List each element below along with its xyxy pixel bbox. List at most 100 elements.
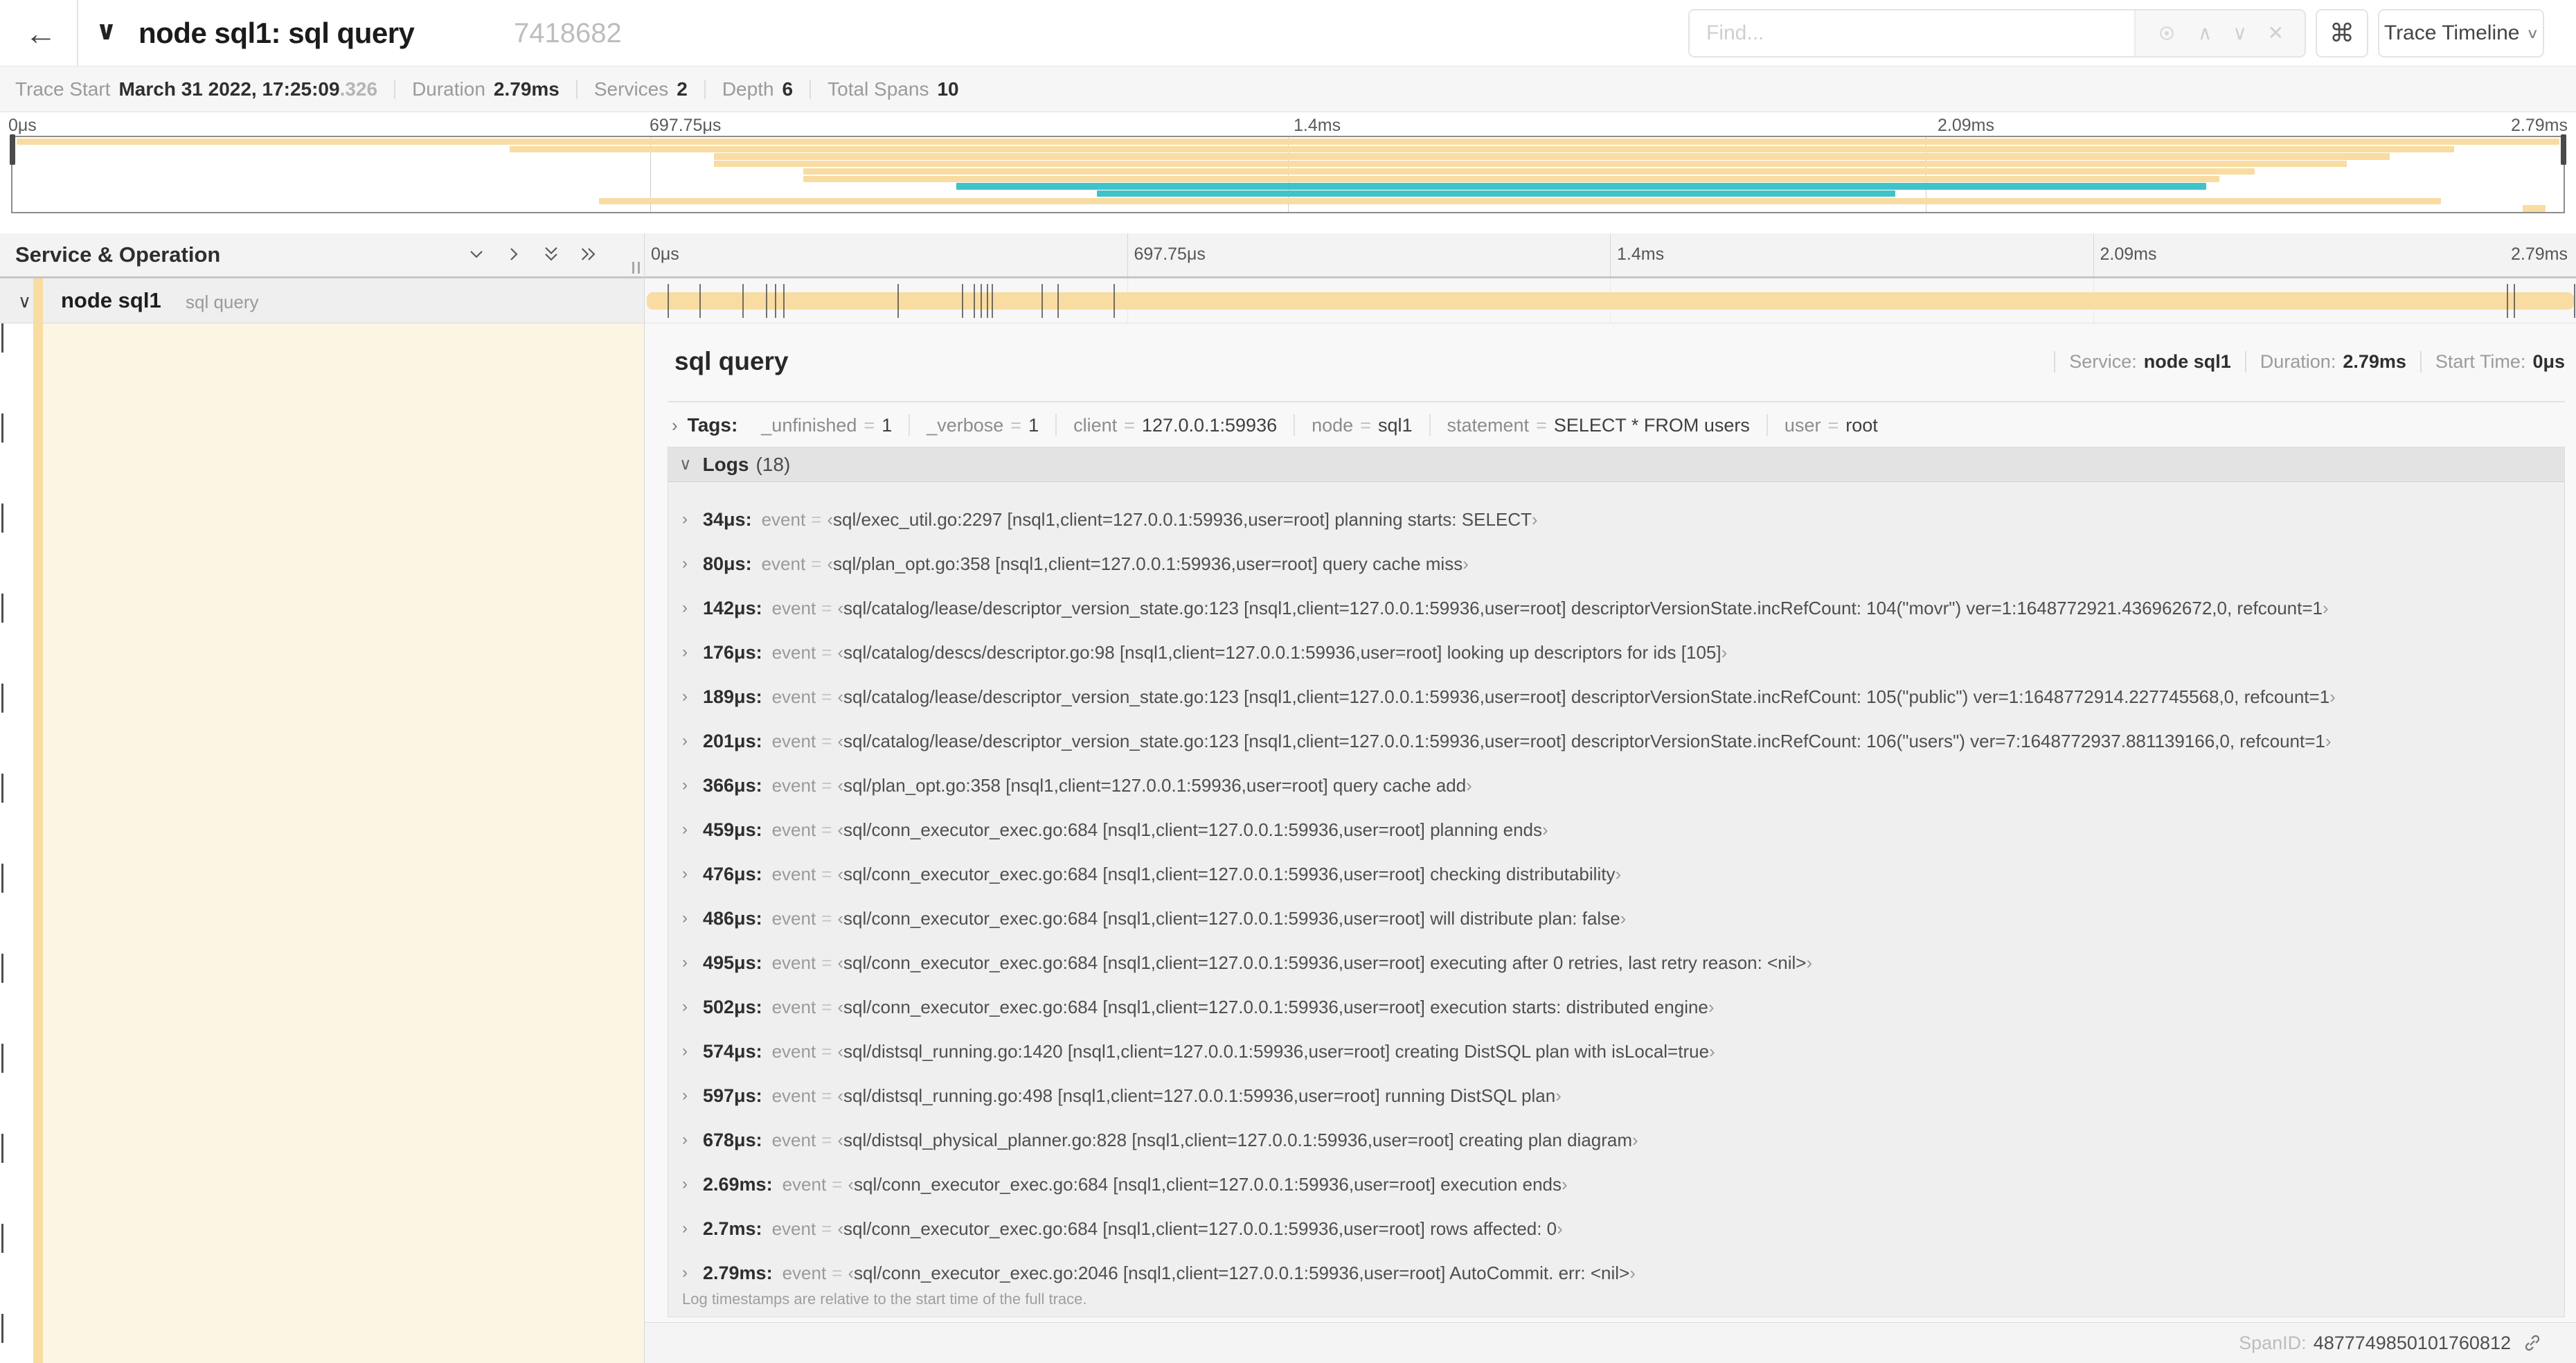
detail-divider xyxy=(668,401,2565,402)
collapse-one-icon[interactable] xyxy=(503,243,525,265)
log-close-quote: › xyxy=(1620,907,1627,929)
span-detail-header[interactable]: sql query Service: node sql1 Duration: 2… xyxy=(674,323,2565,400)
log-entry[interactable]: › 2.7ms: event = ‹ sql/conn_executor_exe… xyxy=(682,1206,2564,1251)
tag-key: client xyxy=(1073,414,1118,436)
meta-item: Depth 6 xyxy=(722,79,812,99)
log-close-quote: › xyxy=(1629,1262,1636,1283)
log-entry[interactable]: › 2.69ms: event = ‹ sql/conn_executor_ex… xyxy=(682,1162,2564,1206)
tag-value: 127.0.0.1:59936 xyxy=(1141,414,1278,436)
timeline-ticks-header: 0μs 697.75μs 1.4ms 2.09ms 2.79ms xyxy=(644,233,2576,276)
expand-one-icon[interactable] xyxy=(465,243,488,265)
log-entry[interactable]: › 366μs: event = ‹ sql/plan_opt.go:358 [… xyxy=(682,763,2564,808)
log-entry[interactable]: › 142μs: event = ‹ sql/catalog/lease/des… xyxy=(682,586,2564,630)
trace-minimap[interactable] xyxy=(10,134,2566,213)
log-message: sql/conn_executor_exec.go:684 [nsql1,cli… xyxy=(843,907,1620,929)
log-entry[interactable]: › 495μs: event = ‹ sql/conn_executor_exe… xyxy=(682,941,2564,985)
log-marker-tick xyxy=(1041,284,1043,318)
log-entry[interactable]: › 574μs: event = ‹ sql/distsql_running.g… xyxy=(682,1029,2564,1074)
log-equals: = xyxy=(832,1262,843,1283)
log-entry[interactable]: › 597μs: event = ‹ sql/distsql_running.g… xyxy=(682,1074,2564,1118)
chevron-right-icon: › xyxy=(682,1086,688,1105)
expand-all-icon[interactable] xyxy=(540,243,562,265)
timeline-tick: 697.75μs xyxy=(1134,244,1206,264)
chevron-down-icon: ∨ xyxy=(679,455,692,474)
log-entry[interactable]: › 459μs: event = ‹ sql/conn_executor_exe… xyxy=(682,808,2564,852)
back-button[interactable]: ← xyxy=(19,12,62,54)
tag-item: client = 127.0.0.1:59936 xyxy=(1055,413,1294,437)
trace-collapse-chevron-icon[interactable]: ∨ xyxy=(96,15,117,46)
minimap-span-bar xyxy=(803,175,2219,182)
span-row-name-cell[interactable]: ∨ node sql1 sql query xyxy=(0,278,644,323)
page-title: node sql1: sql query xyxy=(138,17,415,49)
log-marker-tick xyxy=(742,284,744,318)
log-entry[interactable]: › 486μs: event = ‹ sql/conn_executor_exe… xyxy=(682,896,2564,941)
log-entry[interactable]: › 678μs: event = ‹ sql/distsql_physical_… xyxy=(682,1118,2564,1162)
log-marker-tick xyxy=(2574,284,2576,318)
log-close-quote: › xyxy=(2329,686,2336,707)
log-marker-tick xyxy=(986,284,988,318)
log-open-quote: ‹ xyxy=(837,863,844,884)
chevron-right-icon: › xyxy=(672,414,678,436)
log-timestamp: 2.69ms: xyxy=(703,1173,773,1195)
view-select-label: Trace Timeline xyxy=(2383,21,2520,44)
log-close-quote: › xyxy=(1562,1173,1568,1195)
log-equals: = xyxy=(821,686,832,707)
span-duration-bar[interactable] xyxy=(647,292,2575,310)
log-entry[interactable]: › 176μs: event = ‹ sql/catalog/descs/des… xyxy=(682,630,2564,675)
meta-value: 10 xyxy=(937,78,959,100)
locate-icon[interactable] xyxy=(2156,23,2177,44)
find-next-icon[interactable]: ∨ xyxy=(2233,24,2247,43)
log-entry[interactable]: › 201μs: event = ‹ sql/catalog/lease/des… xyxy=(682,719,2564,763)
tags-row[interactable]: › Tags: _unfinished = 1 _verbose = 1 cli… xyxy=(668,405,2565,445)
log-marker-tick xyxy=(973,284,975,318)
log-timestamp: 189μs: xyxy=(703,686,762,707)
row-collapse-chevron-icon[interactable]: ∨ xyxy=(18,291,31,312)
tag-value: sql1 xyxy=(1377,414,1413,436)
log-entry[interactable]: › 2.79ms: event = ‹ sql/conn_executor_ex… xyxy=(682,1251,2564,1295)
column-resizer-grip[interactable] xyxy=(632,262,640,274)
collapse-all-icon[interactable] xyxy=(578,243,600,265)
minimap-span-bar xyxy=(2523,205,2546,212)
log-message: sql/distsql_physical_planner.go:828 [nsq… xyxy=(843,1129,1633,1150)
log-entry[interactable]: › 476μs: event = ‹ sql/conn_executor_exe… xyxy=(682,852,2564,896)
tags-label: Tags: xyxy=(687,414,738,436)
log-equals: = xyxy=(821,774,832,796)
ruler-tick: 0μs xyxy=(8,116,37,135)
service-operation-title: Service & Operation xyxy=(15,242,221,267)
minimap-span-bar xyxy=(714,161,2347,168)
minimap-span-bar xyxy=(1096,190,1895,197)
find-prev-icon[interactable]: ∧ xyxy=(2198,24,2212,43)
meta-value: March 31 2022, 17:25:09 xyxy=(118,78,340,100)
log-equals: = xyxy=(821,730,832,751)
minimap-right-scrubber[interactable] xyxy=(2561,134,2566,165)
log-close-quote: › xyxy=(1542,819,1548,840)
log-entry[interactable]: › 34μs: event = ‹ sql/exec_util.go:2297 … xyxy=(682,497,2564,542)
log-equals: = xyxy=(821,1129,832,1150)
logs-count: (18) xyxy=(755,453,791,475)
span-stat: Service: node sql1 xyxy=(2054,350,2245,373)
minimap-left-scrubber[interactable] xyxy=(10,134,15,165)
chevron-right-icon: › xyxy=(682,731,688,750)
tag-key: user xyxy=(1784,414,1821,436)
keyboard-shortcuts-button[interactable]: ⌘ xyxy=(2316,9,2368,57)
ruler-tick: 697.75μs xyxy=(650,116,722,135)
find-input[interactable] xyxy=(1690,10,2134,56)
log-field-name: event xyxy=(771,1218,816,1239)
service-operation-header: Service & Operation xyxy=(0,233,644,276)
log-timestamp: 476μs: xyxy=(703,863,762,884)
timeline-tick: 0μs xyxy=(651,244,679,264)
span-detail-stats: Service: node sql1 Duration: 2.79ms Star… xyxy=(2054,350,2565,373)
deep-link-icon[interactable] xyxy=(2522,1333,2543,1353)
log-entry[interactable]: › 502μs: event = ‹ sql/conn_executor_exe… xyxy=(682,985,2564,1029)
log-entry[interactable]: › 189μs: event = ‹ sql/catalog/lease/des… xyxy=(682,675,2564,719)
span-stat: Start Time: 0μs xyxy=(2420,350,2565,373)
log-close-quote: › xyxy=(1466,774,1472,796)
tag-equals: = xyxy=(1827,414,1839,436)
logs-header[interactable]: ∨ Logs (18) xyxy=(668,447,2564,482)
span-stat: Duration: 2.79ms xyxy=(2244,350,2420,373)
log-timestamp: 201μs: xyxy=(703,730,762,751)
view-select-button[interactable]: Trace Timeline ∨ xyxy=(2378,9,2544,57)
log-timestamp: 502μs: xyxy=(703,996,762,1017)
log-entry[interactable]: › 80μs: event = ‹ sql/plan_opt.go:358 [n… xyxy=(682,542,2564,586)
find-clear-icon[interactable]: ✕ xyxy=(2268,24,2284,43)
